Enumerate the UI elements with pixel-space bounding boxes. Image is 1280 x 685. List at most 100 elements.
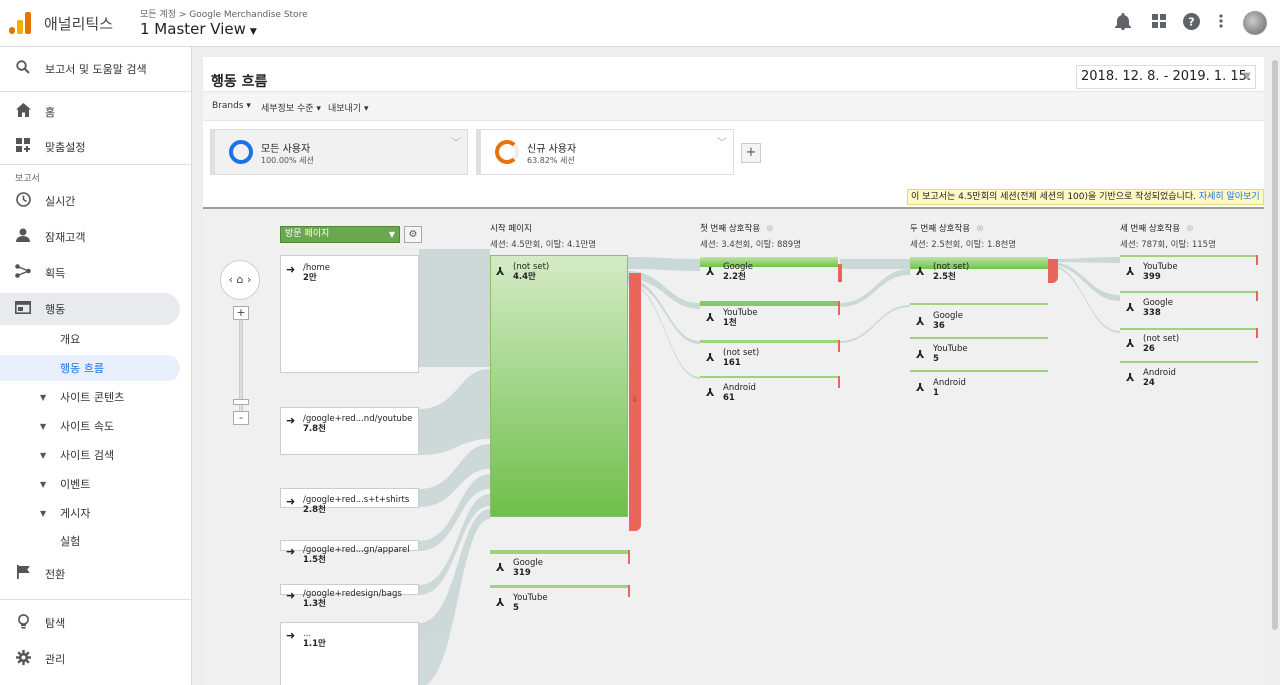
flow-node-third-android[interactable] bbox=[1120, 361, 1258, 363]
gear-icon[interactable]: ⚙ bbox=[404, 226, 422, 243]
page-icon: ⅄ bbox=[706, 351, 715, 364]
flow-node-first-youtube[interactable] bbox=[700, 301, 838, 306]
sidebar-item-home[interactable]: 홈 bbox=[0, 96, 180, 128]
flow-node-second-notset[interactable] bbox=[910, 257, 1048, 269]
entrance-arrow-icon: ➜ bbox=[286, 545, 296, 558]
node-label: YouTube 399 bbox=[1143, 262, 1178, 282]
account-breadcrumb[interactable]: 모든 계정 > Google Merchandise Store bbox=[140, 7, 308, 20]
avatar[interactable] bbox=[1243, 11, 1267, 35]
flow-node-third-youtube[interactable] bbox=[1120, 255, 1258, 257]
sidebar-item-discover[interactable]: 탐색 bbox=[0, 607, 180, 639]
sidebar-item-label: 사이트 콘텐츠 bbox=[60, 391, 125, 404]
sidebar-item-acquisition[interactable]: 획득 bbox=[0, 257, 180, 289]
sidebar-item-label: 탐색 bbox=[45, 617, 66, 630]
drop-off-bar bbox=[628, 585, 630, 597]
flow-node-start-google[interactable] bbox=[490, 550, 628, 554]
flow-node-landing-home[interactable] bbox=[280, 255, 419, 373]
flow-node-first-notset[interactable] bbox=[700, 340, 838, 343]
flow-node-start-youtube[interactable] bbox=[490, 585, 628, 588]
flow-node-second-youtube[interactable] bbox=[910, 337, 1048, 339]
sidebar-item-site-content[interactable]: ▼ 사이트 콘텐츠 bbox=[0, 383, 180, 411]
page-icon: ⅄ bbox=[496, 561, 505, 574]
column-header-start: 시작 페이지 세션: 4.5만회, 이탈: 4.1만명 bbox=[490, 222, 596, 250]
notice-text: 이 보고서는 4.5만회의 세션(전체 세션의 100)을 기반으로 작성되었습… bbox=[911, 192, 1196, 202]
zoom-in-button[interactable]: + bbox=[233, 306, 249, 320]
page-icon: ⅄ bbox=[706, 386, 715, 399]
drop-off-bar bbox=[628, 550, 630, 564]
zoom-slider-track[interactable] bbox=[239, 313, 243, 413]
sidebar-item-conversions[interactable]: 전환 bbox=[0, 558, 180, 590]
export-menu[interactable]: 내보내기 ▾ bbox=[328, 101, 369, 114]
close-icon[interactable]: ⊗ bbox=[766, 224, 774, 234]
close-icon[interactable]: ⊗ bbox=[1186, 224, 1194, 234]
sidebar-item-behavior-flow[interactable]: 행동 흐름 bbox=[0, 355, 180, 381]
dimension-label: 방문 페이지 bbox=[285, 229, 330, 239]
home-icon: ⌂ bbox=[236, 273, 244, 286]
page-icon: ⅄ bbox=[1126, 337, 1135, 350]
dimension-select[interactable]: 방문 페이지 ▼ bbox=[280, 226, 400, 243]
zoom-slider-handle[interactable] bbox=[233, 399, 249, 405]
dashboard-icon bbox=[14, 138, 32, 156]
analytics-logo-icon[interactable] bbox=[9, 12, 33, 34]
drop-off-bar bbox=[1256, 291, 1258, 301]
flow-node-third-google[interactable] bbox=[1120, 291, 1258, 293]
search-label: 보고서 및 도움말 검색 bbox=[45, 63, 147, 76]
sampling-notice: 이 보고서는 4.5만회의 세션(전체 세션의 100)을 기반으로 작성되었습… bbox=[907, 189, 1264, 205]
flow-node-second-android[interactable] bbox=[910, 370, 1048, 372]
page-icon: ⅄ bbox=[916, 315, 925, 328]
sidebar-item-overview[interactable]: 개요 bbox=[0, 325, 180, 353]
sidebar-item-site-speed[interactable]: ▼ 사이트 속도 bbox=[0, 412, 180, 440]
sidebar-item-experiments[interactable]: 실험 bbox=[0, 527, 180, 555]
sidebar-item-audience[interactable]: 잠재고객 bbox=[0, 221, 180, 253]
flow-node-first-android[interactable] bbox=[700, 376, 838, 378]
sidebar-item-label: 획득 bbox=[45, 267, 66, 280]
view-selector[interactable]: 1 Master View ▼ bbox=[140, 20, 257, 38]
flow-node-second-google[interactable] bbox=[910, 303, 1048, 305]
chevron-down-icon: ▼ bbox=[388, 230, 395, 239]
node-label: /google+red...gn/apparel 1.5천 bbox=[303, 545, 410, 565]
page-icon: ⅄ bbox=[706, 265, 715, 278]
sidebar-item-behavior[interactable]: 행동 bbox=[0, 293, 180, 325]
segment-new-users[interactable]: 신규 사용자 63.82% 세션 ﹀ bbox=[476, 129, 734, 175]
segment-all-users[interactable]: 모든 사용자 100.00% 세션 ﹀ bbox=[210, 129, 468, 175]
page-icon: ⅄ bbox=[706, 311, 715, 324]
sidebar-item-site-search[interactable]: ▼ 사이트 검색 bbox=[0, 441, 180, 469]
node-label: ... 1.1만 bbox=[303, 629, 326, 649]
sidebar-search[interactable]: 보고서 및 도움말 검색 bbox=[0, 53, 180, 85]
sidebar-item-realtime[interactable]: 실시간 bbox=[0, 185, 180, 217]
sidebar-item-publisher[interactable]: ▼ 게시자 bbox=[0, 499, 180, 527]
detail-level-menu[interactable]: 세부정보 수준 ▾ bbox=[261, 101, 321, 114]
node-label: YouTube 1천 bbox=[723, 308, 758, 328]
add-segment-button[interactable]: + bbox=[741, 143, 761, 163]
detail-label: 세부정보 수준 bbox=[261, 104, 314, 114]
flow-node-first-google[interactable] bbox=[700, 257, 838, 267]
sidebar-item-customization[interactable]: 맞춤설정 bbox=[0, 131, 180, 163]
drop-off-bar bbox=[1256, 328, 1258, 338]
flag-icon bbox=[14, 565, 32, 583]
zoom-out-button[interactable]: - bbox=[233, 411, 249, 425]
brands-menu[interactable]: Brands ▾ bbox=[212, 101, 251, 111]
drop-off-bar bbox=[838, 301, 840, 315]
flow-node-start-notset[interactable] bbox=[490, 255, 628, 517]
pan-home-control[interactable]: ‹ ⌂ › bbox=[220, 260, 260, 300]
help-icon[interactable]: ? bbox=[1181, 13, 1201, 33]
chevron-down-icon[interactable]: ﹀ bbox=[717, 134, 727, 149]
more-vert-icon[interactable] bbox=[1211, 13, 1231, 33]
page-scrollbar[interactable] bbox=[1272, 60, 1278, 630]
close-icon[interactable]: ⊗ bbox=[976, 224, 984, 234]
date-range-picker[interactable]: 2018. 12. 8. - 2019. 1. 15. ▼ bbox=[1076, 65, 1256, 89]
segment-percent: 63.82% 세션 bbox=[527, 156, 575, 165]
flow-node-landing-other[interactable] bbox=[280, 622, 419, 685]
column-title: 시작 페이지 bbox=[490, 224, 532, 234]
sidebar-item-admin[interactable]: 관리 bbox=[0, 643, 180, 675]
sidebar-item-label: 실험 bbox=[60, 535, 81, 548]
column-header-second: 두 번째 상호작용 ⊗ 세션: 2.5천회, 이탈: 1.8천명 bbox=[910, 222, 1016, 250]
sidebar-item-label: 잠재고객 bbox=[45, 231, 86, 244]
sidebar-item-events[interactable]: ▼ 이벤트 bbox=[0, 470, 180, 498]
learn-more-link[interactable]: 자세히 알아보기 bbox=[1199, 192, 1260, 202]
chevron-down-icon[interactable]: ﹀ bbox=[451, 134, 461, 149]
flow-node-third-notset[interactable] bbox=[1120, 328, 1258, 330]
apps-icon[interactable] bbox=[1149, 13, 1169, 33]
segment-name: 신규 사용자 bbox=[527, 144, 577, 155]
bell-icon[interactable] bbox=[1113, 13, 1133, 33]
